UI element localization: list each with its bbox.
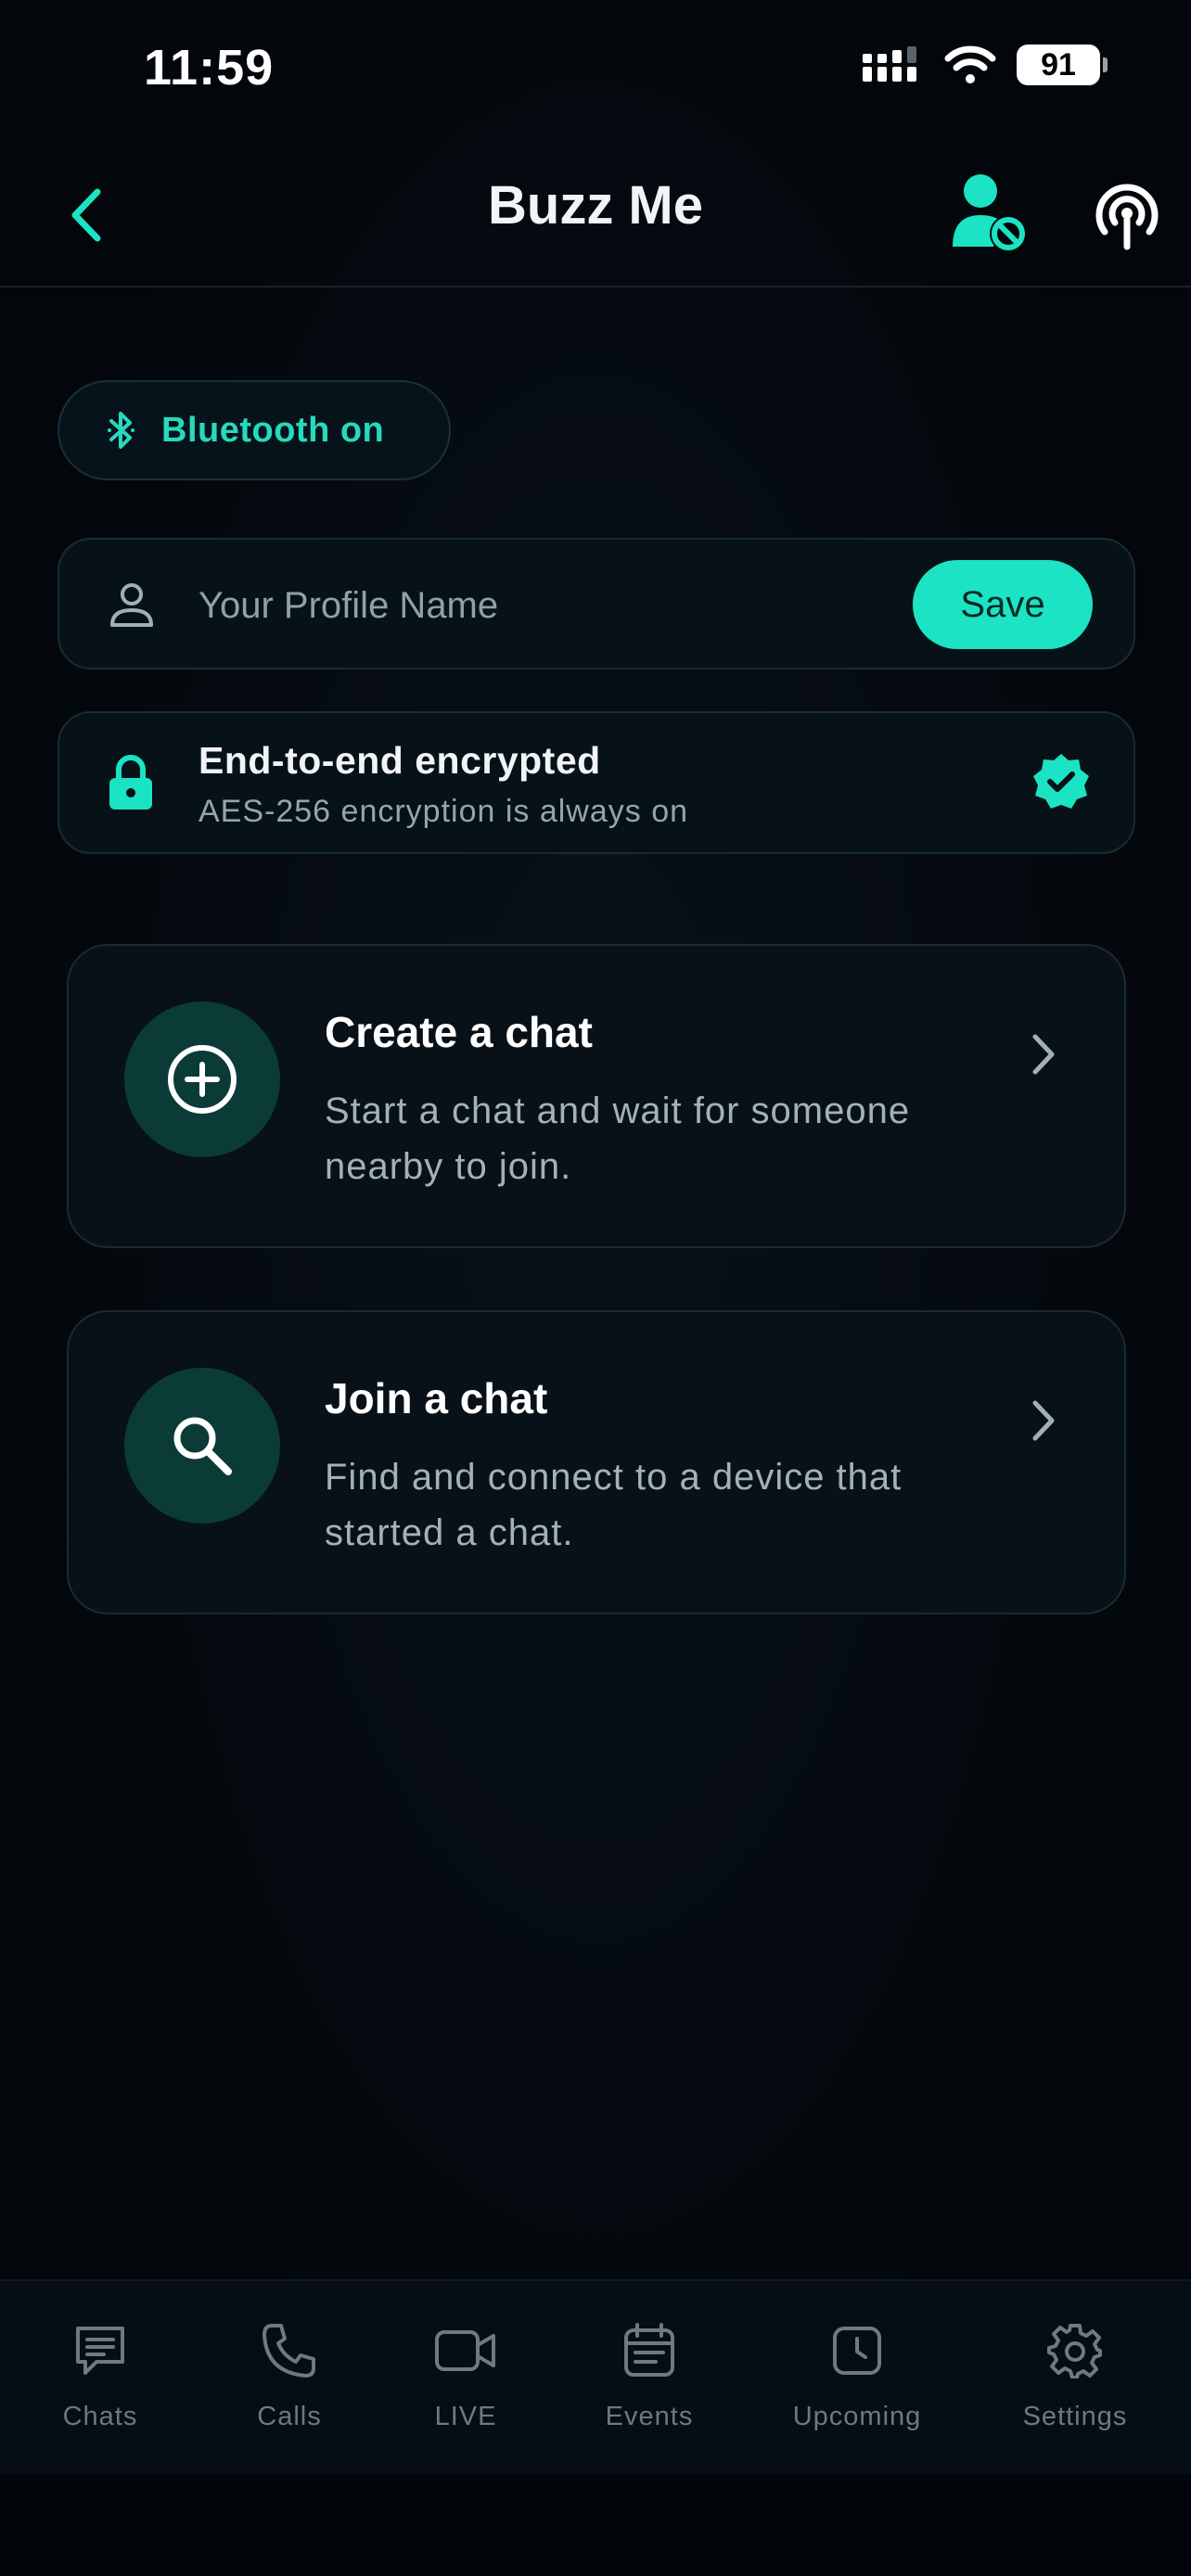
calendar-icon [624,2323,674,2377]
plus-circle-icon [168,1045,237,1114]
broadcast-icon [1095,184,1159,250]
join-chat-icon-circle [124,1368,280,1524]
join-chat-title: Join a chat [325,1374,548,1422]
profile-name-input[interactable] [197,571,920,640]
create-chat-card[interactable]: Create a chat Start a chat and wait for … [67,944,1126,1248]
encryption-status-row: End-to-end encrypted AES-256 encryption … [58,711,1135,854]
tab-label: Events [605,2402,694,2431]
join-chat-card[interactable]: Join a chat Find and connect to a device… [67,1310,1126,1614]
battery-level: 91 [1041,46,1076,83]
tab-label: Calls [257,2402,322,2431]
status-time: 11:59 [144,40,275,96]
encryption-title: End-to-end encrypted [198,739,601,782]
verified-badge-icon [1033,754,1089,809]
user-block-icon [953,174,1027,252]
wifi-icon [944,45,996,83]
profile-name-row: Save [58,538,1135,670]
chat-bubble-icon [76,2327,124,2375]
bluetooth-status-pill[interactable]: Bluetooth on [58,380,451,480]
bluetooth-label: Bluetooth on [161,410,385,450]
cellular-signal-icon [863,46,916,82]
chevron-right-icon [1032,1034,1055,1075]
create-chat-icon-circle [124,1001,280,1157]
video-camera-icon [435,2330,495,2371]
tab-calls[interactable]: Calls [243,2318,336,2432]
tab-label: Chats [62,2402,138,2431]
save-button[interactable]: Save [913,560,1093,649]
status-bar: 11:59 91 [0,0,1191,139]
join-chat-description: Find and connect to a device that starte… [325,1457,903,1553]
chevron-right-icon [1032,1400,1055,1441]
person-icon [110,583,153,627]
bluetooth-icon [108,412,134,449]
tab-events[interactable]: Events [597,2318,701,2432]
tab-live[interactable]: LIVE [419,2318,512,2432]
tab-chats[interactable]: Chats [48,2318,152,2432]
tab-settings[interactable]: Settings [1017,2318,1133,2432]
battery-icon: 91 [1017,45,1108,85]
buzz-me-screen: 11:59 91 Buzz Me Bluetooth on Your Profi… [0,0,1191,2576]
home-indicator-area [0,2474,1191,2576]
status-icons: 91 [863,45,1108,85]
tab-label: LIVE [434,2402,497,2431]
tab-label: Settings [1022,2402,1128,2431]
encryption-subtitle: AES-256 encryption is always on [198,794,689,829]
create-chat-title: Create a chat [325,1008,593,1056]
clock-icon [833,2327,881,2375]
phone-icon [263,2324,315,2378]
create-chat-description: Start a chat and wait for someone nearby… [325,1090,911,1187]
tab-bar: Chats Calls LIVE Events Upcoming Setting… [0,2279,1191,2474]
tab-upcoming[interactable]: Upcoming [787,2318,928,2432]
gear-icon [1047,2324,1102,2378]
tab-label: Upcoming [792,2402,922,2431]
lock-icon [109,755,152,810]
broadcast-button[interactable] [1090,176,1164,250]
search-icon [173,1417,232,1475]
block-user-button[interactable] [951,169,1034,258]
battery-nub [1103,57,1108,72]
nav-header: Buzz Me [0,148,1191,287]
